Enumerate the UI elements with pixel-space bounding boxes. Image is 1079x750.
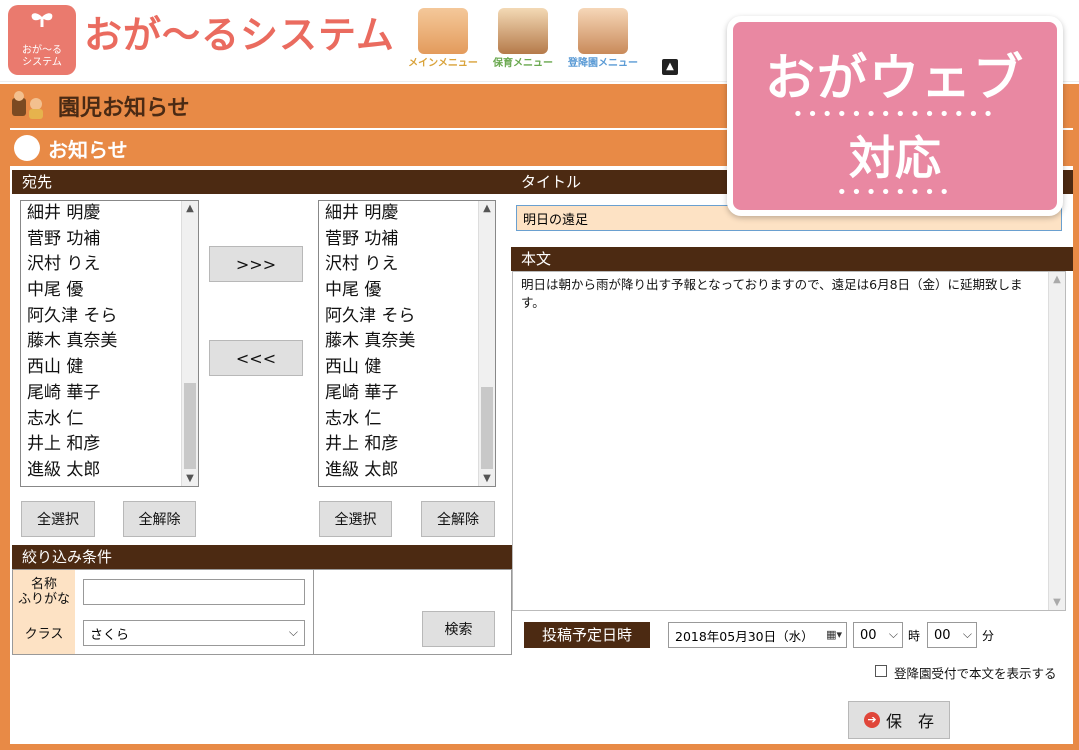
calendar-icon xyxy=(498,8,548,54)
home-icon[interactable]: ▲ xyxy=(662,59,678,75)
deselect-all-left-button[interactable]: 全解除 xyxy=(123,501,196,537)
list-item[interactable]: 進級 太郎 xyxy=(319,458,495,484)
list-item[interactable]: 井上 和彦 xyxy=(319,432,495,458)
list-item[interactable]: 細井 明慶 xyxy=(21,201,198,227)
list-item[interactable]: 尾崎 華子 xyxy=(319,381,495,407)
date-value: 2018年05月30日（水） xyxy=(675,628,814,644)
list-item[interactable]: 細井 明慶 xyxy=(319,201,495,227)
class-select[interactable]: さくら ⌵ xyxy=(83,620,305,646)
search-button[interactable]: 検索 xyxy=(422,611,495,647)
list-item[interactable]: 菅野 功補 xyxy=(21,227,198,253)
list-item[interactable]: 志水 仁 xyxy=(319,407,495,433)
scroll-up-icon[interactable]: ▲ xyxy=(182,203,198,214)
list-item[interactable]: 沢村 りえ xyxy=(319,252,495,278)
section-title: お知らせ xyxy=(48,138,128,162)
list-item[interactable]: 尾崎 華子 xyxy=(21,381,198,407)
minute-value: 00 xyxy=(934,627,951,643)
childcare-menu-label: 保育メニュー xyxy=(493,58,553,69)
name-label: 名称 ふりがな xyxy=(13,570,75,614)
list-item[interactable]: 井上 和彦 xyxy=(21,432,198,458)
selected-list[interactable]: 細井 明慶 菅野 功補 沢村 りえ 中尾 優阿久津 そら 藤木 真奈美 西山 健尾崎 華子… xyxy=(318,200,496,487)
selected-list-items: 細井 明慶 菅野 功補 沢村 りえ 中尾 優阿久津 そら 藤木 真奈美 西山 健尾崎 華子… xyxy=(319,201,495,484)
attendance-menu-label: 登降園メニュー xyxy=(568,58,638,69)
badge-line2: 対応 xyxy=(849,131,941,185)
recipients-header: 宛先 xyxy=(12,170,512,194)
minute-unit: 分 xyxy=(982,629,995,643)
list-item[interactable]: 菅野 功補 xyxy=(319,227,495,253)
scroll-thumb[interactable] xyxy=(481,387,493,469)
scroll-down-icon[interactable]: ▼ xyxy=(479,473,495,484)
hour-select[interactable]: 00 ⌵ xyxy=(853,622,903,648)
house-icon xyxy=(418,8,468,54)
list-item[interactable]: 志水 仁 xyxy=(21,407,198,433)
select-all-left-button[interactable]: 全選択 xyxy=(21,501,95,537)
calendar-dropdown-icon[interactable]: ▦▾ xyxy=(826,628,842,641)
list-item[interactable]: 阿久津 そら xyxy=(21,304,198,330)
children-icon xyxy=(10,90,48,122)
logo-text: おが〜る システム xyxy=(22,45,62,68)
arrow-right-circle-icon: ➔ xyxy=(863,712,880,728)
card-reader-icon xyxy=(578,8,628,54)
scroll-thumb[interactable] xyxy=(184,383,196,469)
move-right-button[interactable]: >>> xyxy=(209,246,303,282)
main-menu-label: メインメニュー xyxy=(408,58,478,69)
move-left-button[interactable]: <<< xyxy=(209,340,303,376)
scroll-down-icon[interactable]: ▼ xyxy=(182,473,198,484)
page-title: 園児お知らせ xyxy=(58,96,190,121)
list-item[interactable]: 沢村 りえ xyxy=(21,252,198,278)
badge-line1: おがウェブ xyxy=(765,49,1025,107)
save-button[interactable]: ➔ 保 存 xyxy=(848,701,950,739)
body-textarea[interactable]: 明日は朝から雨が降り出す予報となっておりますので、遠足は6月8日（金）に延期致し… xyxy=(512,271,1066,611)
childcare-menu-button[interactable]: 保育メニュー xyxy=(486,8,560,76)
list-item[interactable]: 西山 健 xyxy=(319,355,495,381)
class-select-value: さくら xyxy=(90,627,130,643)
show-body-label: 登降園受付で本文を表示する xyxy=(894,666,1057,681)
name-input[interactable] xyxy=(83,579,305,605)
body-header: 本文 xyxy=(511,247,1073,271)
list-item[interactable]: 西山 健 xyxy=(21,355,198,381)
select-all-right-button[interactable]: 全選択 xyxy=(319,501,392,537)
save-label: 保 存 xyxy=(885,712,934,731)
ogaweb-badge: おがウェブ •••••••••••••• 対応 •••••••• xyxy=(727,16,1063,216)
deselect-all-right-button[interactable]: 全解除 xyxy=(421,501,495,537)
app-title: おが〜るシステム xyxy=(84,13,395,57)
app-logo[interactable]: おが〜る システム xyxy=(8,5,76,75)
scroll-up-icon[interactable]: ▲ xyxy=(479,203,495,214)
list-item[interactable]: 阿久津 そら xyxy=(319,304,495,330)
scroll-down-icon[interactable]: ▼ xyxy=(1049,597,1065,608)
date-picker[interactable]: 2018年05月30日（水） ▦▾ xyxy=(668,622,847,648)
bow-icon xyxy=(31,13,53,27)
hour-value: 00 xyxy=(860,627,877,643)
chevron-down-icon: ⌵ xyxy=(888,627,898,641)
list-item[interactable]: 中尾 優 xyxy=(21,278,198,304)
list-item[interactable]: 藤木 真奈美 xyxy=(319,329,495,355)
show-body-checkbox[interactable] xyxy=(875,665,887,677)
list-item[interactable]: 進級 太郎 xyxy=(21,458,198,484)
body-scrollbar[interactable]: ▲ ▼ xyxy=(1048,272,1065,610)
attendance-menu-button[interactable]: 登降園メニュー xyxy=(566,8,640,76)
chevron-down-icon: ⌵ xyxy=(962,627,972,641)
filter-header: 絞り込み条件 xyxy=(12,545,512,569)
list-item[interactable]: 藤木 真奈美 xyxy=(21,329,198,355)
badge-dots: •••••••• xyxy=(836,182,954,203)
class-label: クラス xyxy=(13,614,75,654)
list-item[interactable]: 中尾 優 xyxy=(319,278,495,304)
hour-unit: 時 xyxy=(908,629,921,643)
circle-icon xyxy=(14,135,40,161)
candidate-list[interactable]: 細井 明慶 菅野 功補 沢村 りえ 中尾 優阿久津 そら 藤木 真奈美 西山 健尾崎 華子… xyxy=(20,200,199,487)
candidate-list-items: 細井 明慶 菅野 功補 沢村 りえ 中尾 優阿久津 そら 藤木 真奈美 西山 健尾崎 華子… xyxy=(21,201,198,484)
badge-dots: •••••••••••••• xyxy=(792,104,998,125)
minute-select[interactable]: 00 ⌵ xyxy=(927,622,977,648)
scroll-up-icon[interactable]: ▲ xyxy=(1049,274,1065,285)
chevron-down-icon: ⌵ xyxy=(288,625,298,639)
body-text: 明日は朝から雨が降り出す予報となっておりますので、遠足は6月8日（金）に延期致し… xyxy=(521,277,1023,310)
schedule-label: 投稿予定日時 xyxy=(524,622,650,648)
main-menu-button[interactable]: メインメニュー xyxy=(406,8,480,76)
candidate-list-scrollbar[interactable]: ▲ ▼ xyxy=(181,201,198,486)
selected-list-scrollbar[interactable]: ▲ ▼ xyxy=(478,201,495,486)
